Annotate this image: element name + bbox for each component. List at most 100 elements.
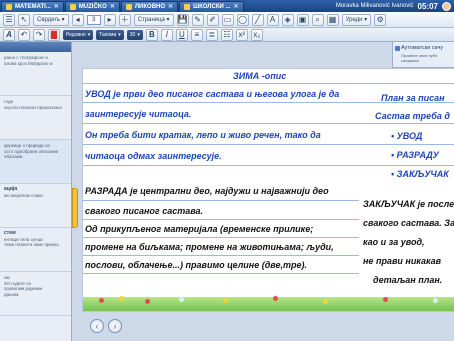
conclusion-line: ЗАКЉУЧАК је последн — [363, 199, 454, 209]
user-name: Moravka Milivanović Ivanović — [335, 3, 414, 9]
add-page-icon[interactable]: ＋ — [118, 13, 131, 26]
flower-icon — [99, 298, 104, 303]
chevron-right-icon[interactable]: ▸ — [103, 13, 116, 26]
italic-icon[interactable]: I — [160, 28, 173, 41]
intro-line: заинтересује читаоца. — [85, 109, 192, 119]
text-icon[interactable]: A — [266, 13, 279, 26]
intro-line: Он треба бити кратак, лепо и живо речен,… — [85, 130, 321, 140]
close-icon[interactable]: ✕ — [233, 3, 238, 10]
align-left-icon[interactable]: ≡ — [190, 28, 203, 41]
flower-icon — [383, 297, 388, 302]
font-size-select[interactable]: 30 ▾ — [126, 29, 143, 40]
autosave-panel[interactable]: Аутоматски сачу Промене ових публ сачува… — [392, 42, 454, 68]
document-icon — [6, 3, 12, 10]
redo-icon[interactable]: ↷ — [33, 28, 45, 41]
align-center-icon[interactable]: ≣ — [205, 28, 218, 41]
page-navigation: ‹ › — [78, 311, 454, 341]
ruled-line — [83, 83, 454, 84]
tab-art[interactable]: ЛИКОВНО ✕ — [120, 0, 179, 12]
page-sorter-panel: рање с тпографске и алова кроз Мађарске … — [0, 42, 72, 341]
conclusion-line: свакого састава. За н — [363, 218, 454, 228]
undo-icon[interactable]: ↶ — [18, 28, 30, 41]
menu-icon[interactable]: ☰ — [3, 13, 15, 26]
slide-page: ЗИМА -опис УВОД је први део писаног саст… — [82, 68, 454, 312]
ruled-line — [83, 123, 454, 124]
close-icon[interactable]: ✕ — [54, 3, 59, 10]
style-select[interactable]: Редовно ▾ — [63, 29, 94, 40]
list-item[interactable]: рање с тпографске и алова кроз Мађарске … — [0, 52, 71, 96]
grass-decoration — [83, 297, 454, 311]
document-icon — [69, 3, 76, 10]
previous-page-button[interactable]: ‹ — [90, 319, 104, 333]
slide-title: ЗИМА -опис — [233, 71, 287, 81]
image-icon[interactable]: ▣ — [296, 13, 309, 26]
zoom-icon[interactable]: ⌕ — [311, 13, 324, 26]
plan-header: План за писан — [381, 93, 445, 103]
list-icon[interactable]: ☷ — [220, 28, 233, 41]
color-icon[interactable]: ▇ — [48, 28, 60, 41]
body-line: РАЗРАДА је централни део, најдужи и најв… — [85, 186, 329, 196]
close-icon[interactable]: ✕ — [168, 3, 173, 10]
list-item[interactable]: стем ентаци тела сунца теме планети ових… — [0, 228, 71, 272]
flower-icon — [323, 299, 328, 304]
subscript-icon[interactable]: x₂ — [250, 28, 263, 41]
tab-label: MATEMATI... — [15, 3, 51, 10]
tab-music[interactable]: MUZIČKO ✕ — [64, 0, 120, 12]
tab-school[interactable]: ШКОЛСКИ ... ✕ — [179, 0, 244, 12]
next-page-button[interactable]: › — [108, 319, 122, 333]
list-item[interactable]: годе скусли плански приказзање. — [0, 96, 71, 140]
panel-header — [0, 42, 71, 52]
page-menu-button[interactable]: Страница ▾ — [133, 13, 174, 26]
body-line: свакого писаног састава. — [85, 206, 204, 216]
list-item[interactable]: ација мо мерилом слике. — [0, 184, 71, 228]
pen-icon[interactable]: ✎ — [191, 13, 204, 26]
plan-item: • ЗАКЉУЧАК — [391, 169, 449, 179]
list-item[interactable]: ом 3О годите са прувилим јединим дањем. — [0, 272, 71, 316]
page-number-field[interactable]: 3 — [86, 14, 101, 25]
settings-icon[interactable]: ⚙ — [374, 13, 387, 26]
eraser-icon[interactable]: ▭ — [221, 13, 234, 26]
conclusion-line: детаљан план. — [373, 275, 443, 285]
conclusion-line: као и за увод, — [363, 237, 425, 247]
clock: 05:07 — [417, 1, 438, 11]
flower-icon — [433, 298, 438, 303]
close-icon[interactable]: ✕ — [110, 3, 115, 10]
ruled-line — [83, 219, 359, 220]
underline-icon[interactable]: U — [175, 28, 188, 41]
superscript-icon[interactable]: x² — [235, 28, 248, 41]
font-select[interactable]: Тахома ▾ — [96, 29, 124, 40]
info-icon — [395, 46, 400, 51]
flower-icon — [273, 296, 278, 301]
avatar[interactable] — [442, 1, 451, 11]
bold-icon[interactable]: B — [145, 28, 158, 41]
line-icon[interactable]: ╱ — [251, 13, 264, 26]
save-icon[interactable]: 💾 — [176, 13, 189, 26]
tab-mathematics[interactable]: MATEMATI... ✕ — [1, 0, 64, 12]
mode-select[interactable]: Сврдељ ▾ — [33, 13, 69, 26]
tab-bar: MATEMATI... ✕ MUZIČKO ✕ ЛИКОВНО ✕ ШКОЛСК… — [0, 0, 454, 12]
highlighter-icon[interactable]: ✐ — [206, 13, 219, 26]
ruled-line — [83, 165, 454, 166]
text-tool-icon[interactable]: A — [3, 28, 15, 41]
plan-subheader: Састав треба д — [375, 111, 450, 121]
intro-line: читаоца одмах заинтересује. — [85, 151, 222, 161]
plan-item: • РАЗРАДУ — [391, 150, 439, 160]
fill-icon[interactable]: ◈ — [281, 13, 294, 26]
grid-icon[interactable]: ▦ — [326, 13, 339, 26]
edit-menu-button[interactable]: Уреди ▾ — [341, 13, 372, 26]
flower-icon — [179, 297, 184, 302]
body-line: Од прикупљеног материјала (временске при… — [85, 224, 314, 234]
body-line: промене на биљкама; промене на животињам… — [85, 242, 334, 252]
shapes-icon[interactable]: ◯ — [236, 13, 249, 26]
pointer-icon[interactable]: ↖ — [18, 13, 30, 26]
document-icon — [125, 3, 132, 10]
tab-label: MUZIČKO — [78, 3, 107, 10]
ruled-line — [83, 200, 359, 201]
status-area: Moravka Milivanović Ivanović 05:07 — [335, 1, 454, 11]
tab-label: ШКОЛСКИ ... — [193, 3, 231, 10]
ruled-line — [83, 237, 359, 238]
list-item[interactable]: кружице о приреди са осто пдеобрани опис… — [0, 140, 71, 184]
plan-item: • УВОД — [391, 131, 423, 141]
chevron-left-icon[interactable]: ◂ — [71, 13, 84, 26]
tab-label: ЛИКОВНО — [134, 3, 166, 10]
